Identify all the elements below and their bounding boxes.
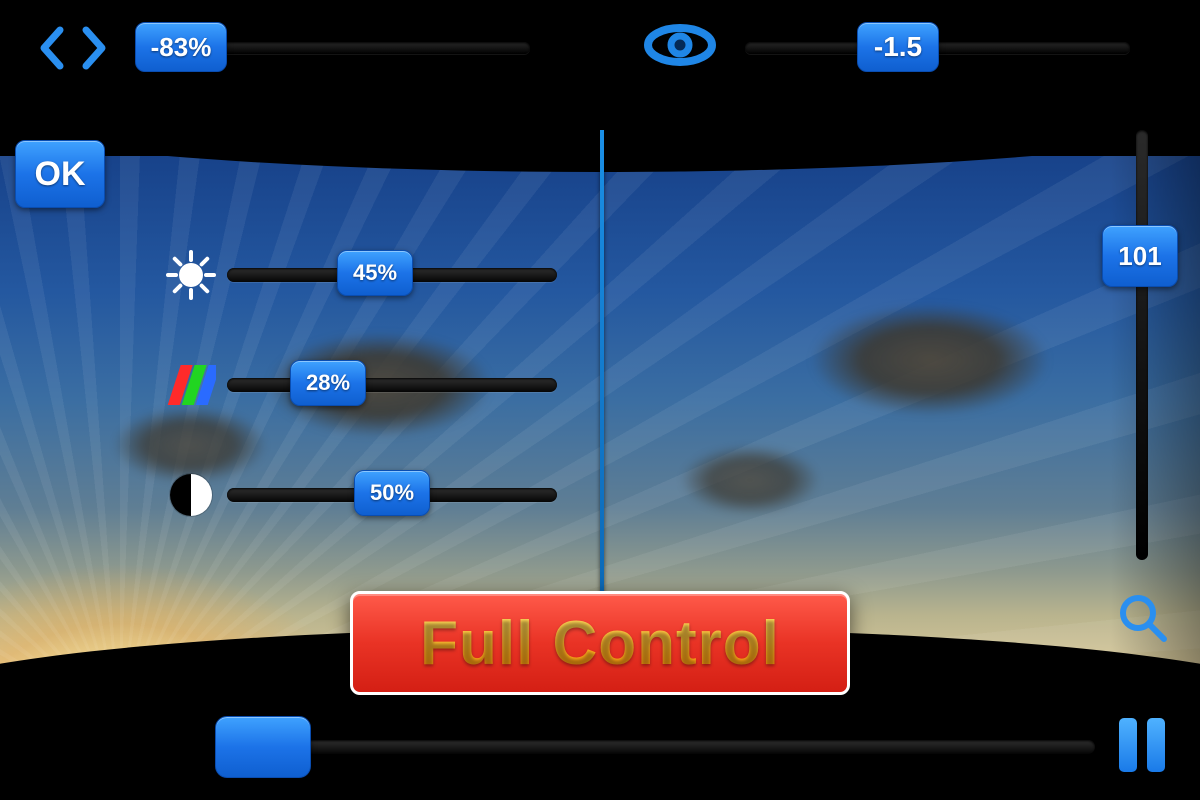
contrast-track[interactable]: 50% bbox=[227, 488, 557, 502]
ok-button[interactable]: OK bbox=[15, 140, 105, 208]
top-right-slider-thumb[interactable]: -1.5 bbox=[857, 22, 939, 72]
rgb-bars-icon bbox=[155, 361, 227, 409]
contrast-icon bbox=[155, 474, 227, 516]
top-left-slider-thumb[interactable]: -83% bbox=[135, 22, 227, 72]
pause-button[interactable] bbox=[1119, 718, 1165, 772]
nav-arrows-icon[interactable] bbox=[30, 20, 115, 75]
bottom-slider-track[interactable] bbox=[225, 740, 1095, 754]
eye-icon[interactable] bbox=[640, 22, 720, 68]
full-control-banner: Full Control bbox=[350, 591, 850, 695]
rgb-thumb[interactable]: 28% bbox=[290, 360, 366, 406]
brightness-slider[interactable]: 45% bbox=[155, 250, 575, 300]
pause-bar bbox=[1147, 718, 1165, 772]
magnifier-icon[interactable] bbox=[1116, 591, 1170, 645]
rgb-slider[interactable]: 28% bbox=[155, 360, 575, 410]
brightness-icon bbox=[155, 252, 227, 298]
contrast-slider[interactable]: 50% bbox=[155, 470, 575, 520]
pause-bar bbox=[1119, 718, 1137, 772]
rgb-track[interactable]: 28% bbox=[227, 378, 557, 392]
vertical-slider-thumb[interactable]: 101 bbox=[1102, 225, 1178, 287]
split-divider[interactable] bbox=[600, 130, 604, 670]
contrast-thumb[interactable]: 50% bbox=[354, 470, 430, 516]
brightness-track[interactable]: 45% bbox=[227, 268, 557, 282]
right-pane-tone bbox=[604, 130, 1200, 670]
vertical-slider-track[interactable] bbox=[1136, 130, 1148, 560]
banner-text: Full Control bbox=[420, 608, 780, 679]
bottom-slider-thumb[interactable] bbox=[215, 716, 311, 778]
brightness-thumb[interactable]: 45% bbox=[337, 250, 413, 296]
